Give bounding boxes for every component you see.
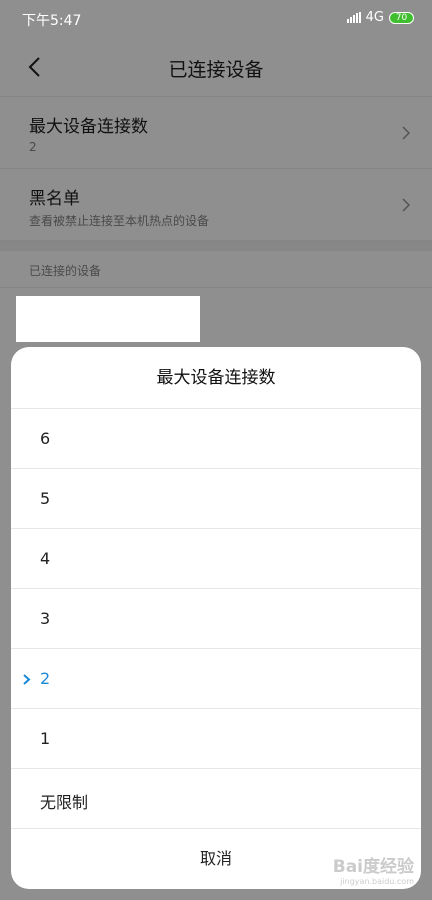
option-label: 4 [40, 549, 51, 568]
setting-value: 2 [29, 140, 37, 154]
battery-icon: 70 [389, 11, 414, 24]
max-connections-dialog: 最大设备连接数 6 5 4 3 2 1 无限制 取消 [11, 347, 421, 889]
baidu-watermark: Bai度经验 jingyan.baidu.com [333, 852, 414, 886]
option-3[interactable]: 3 [11, 589, 421, 649]
section-label: 已连接的设备 [29, 264, 102, 278]
option-label: 6 [40, 429, 51, 448]
dialog-title: 最大设备连接数 [11, 347, 421, 409]
option-label: 1 [40, 729, 51, 748]
option-5[interactable]: 5 [11, 469, 421, 529]
option-1[interactable]: 1 [11, 709, 421, 769]
chevron-right-icon [402, 126, 411, 140]
watermark-url: jingyan.baidu.com [340, 877, 414, 886]
settings-list: 最大设备连接数 2 黑名单 查看被禁止连接至本机热点的设备 已连接的设备 [0, 96, 432, 288]
page-title: 已连接设备 [168, 59, 264, 81]
watermark-text: Bai度经验 [332, 857, 414, 877]
option-unlimited[interactable]: 无限制 [11, 769, 421, 829]
network-type: 4G [365, 10, 384, 25]
signal-icon [346, 12, 361, 23]
option-label: 无限制 [40, 793, 89, 812]
setting-blacklist[interactable]: 黑名单 查看被禁止连接至本机热点的设备 [0, 168, 432, 240]
setting-max-connections[interactable]: 最大设备连接数 2 [0, 96, 432, 168]
option-4[interactable]: 4 [11, 529, 421, 589]
option-label: 2 [40, 669, 51, 688]
title-bar: 已连接设备 [0, 38, 432, 96]
option-label: 5 [40, 489, 51, 508]
setting-description: 查看被禁止连接至本机热点的设备 [29, 214, 210, 228]
setting-title: 最大设备连接数 [29, 117, 148, 137]
device-list-placeholder [16, 296, 200, 342]
section-divider [0, 240, 432, 250]
option-2-selected[interactable]: 2 [11, 649, 421, 709]
selected-chevron-icon [23, 674, 31, 685]
chevron-right-icon [402, 198, 411, 212]
option-6[interactable]: 6 [11, 409, 421, 469]
status-indicators: 4G 70 [346, 10, 414, 25]
status-time: 下午5:47 [22, 13, 82, 29]
screen: 下午5:47 4G 70 已连接设备 最大设备连接数 2 黑名单 查看被禁止连接… [0, 0, 432, 900]
setting-title: 黑名单 [29, 189, 80, 209]
option-label: 3 [40, 609, 51, 628]
status-bar: 下午5:47 4G 70 [0, 0, 432, 38]
connected-devices-header: 已连接的设备 [0, 250, 432, 288]
